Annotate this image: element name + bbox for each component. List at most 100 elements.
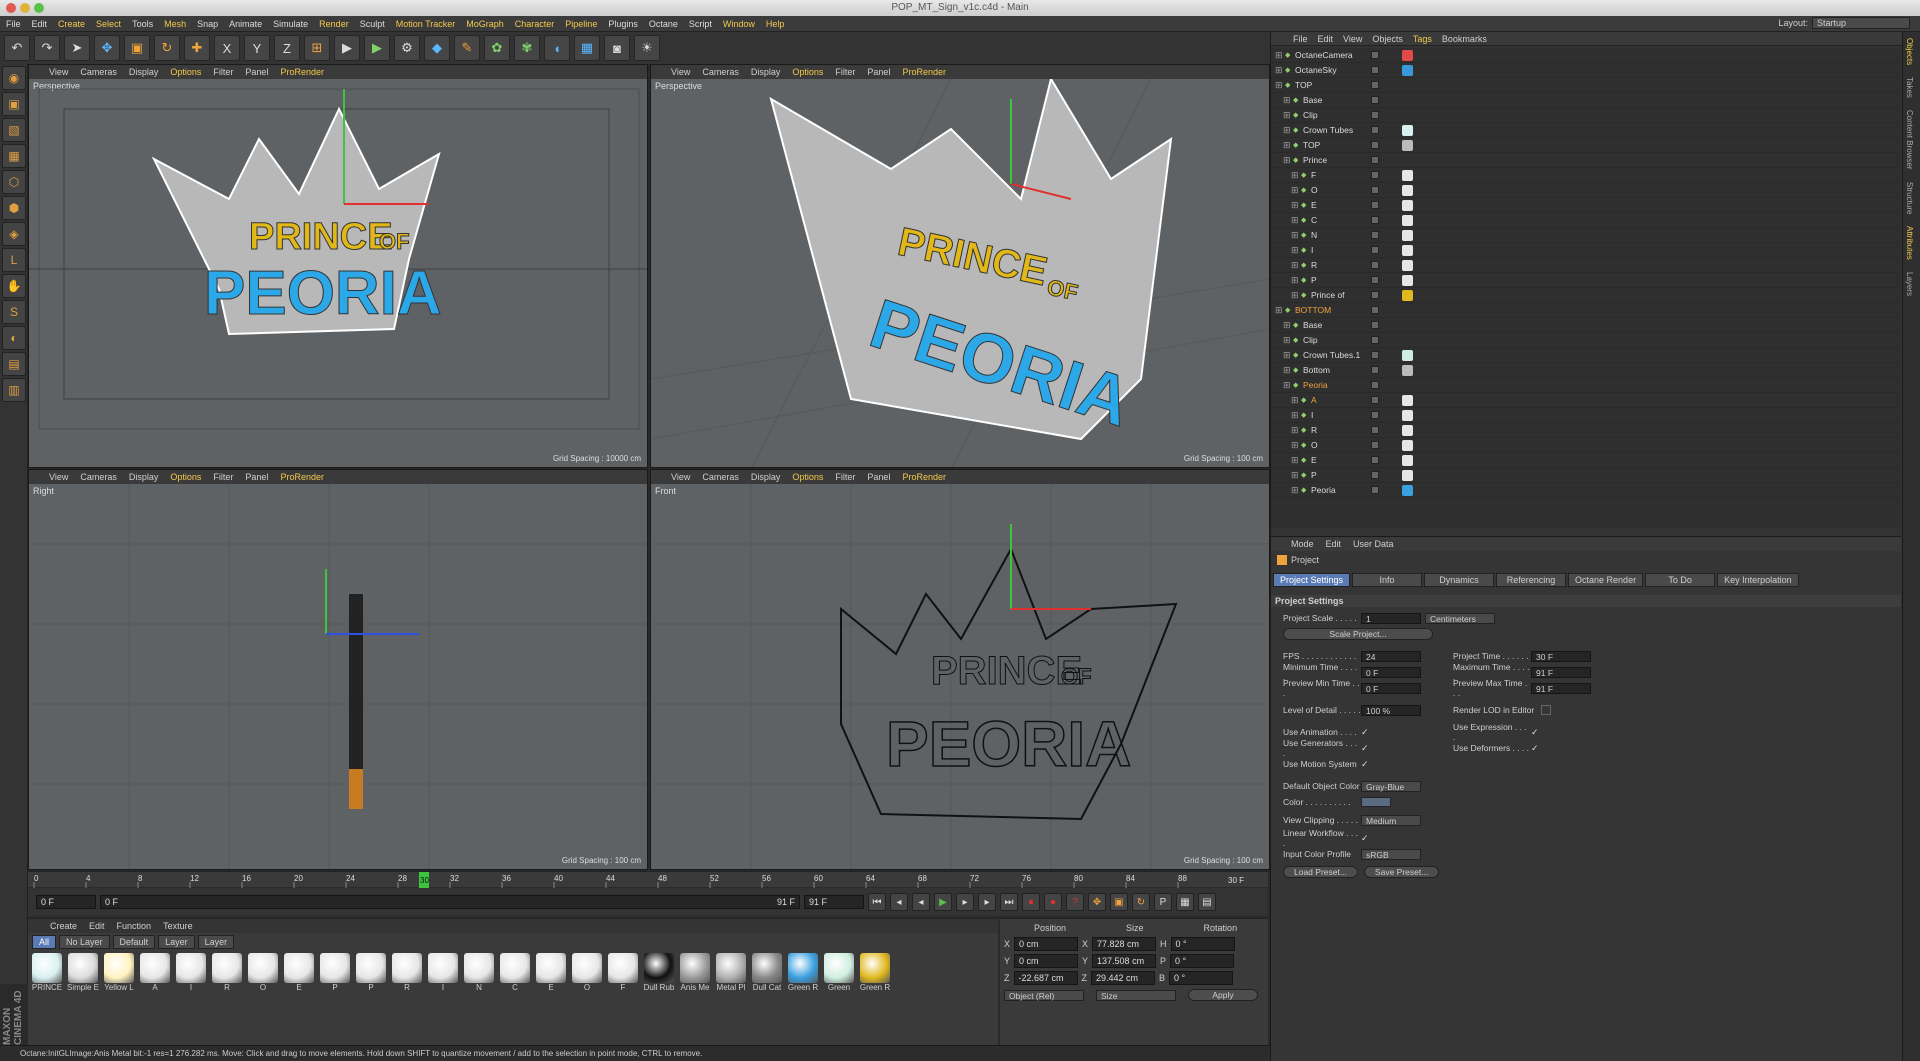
expand-toggle-icon[interactable]: ⊞ xyxy=(1275,80,1283,91)
menu-mograph[interactable]: MoGraph xyxy=(466,19,504,29)
menu-help[interactable]: Help xyxy=(766,19,785,29)
material-item[interactable]: Yellow L xyxy=(104,953,134,992)
object-row[interactable]: ⊞ ◆ I xyxy=(1271,408,1901,423)
menu-window[interactable]: Window xyxy=(723,19,755,29)
visibility-toggle[interactable] xyxy=(1371,411,1379,419)
go-to-prev-key-icon[interactable]: ◂ xyxy=(890,893,908,911)
redo-icon[interactable]: ↷ xyxy=(34,35,60,61)
next-frame-icon[interactable]: ▸ xyxy=(956,893,974,911)
menu-snap[interactable]: Snap xyxy=(197,19,218,29)
expand-toggle-icon[interactable]: ⊞ xyxy=(1283,140,1291,151)
viewport-menu-cameras[interactable]: Cameras xyxy=(80,472,117,482)
material-item[interactable]: Simple E xyxy=(67,953,99,992)
project-scale-field[interactable]: 1 xyxy=(1361,612,1421,624)
viewport-menu-display[interactable]: Display xyxy=(129,67,159,77)
points-mode-icon[interactable]: ⬡ xyxy=(2,170,26,194)
size-field[interactable]: 77.828 cm xyxy=(1092,937,1157,951)
menu-sculpt[interactable]: Sculpt xyxy=(360,19,385,29)
object-row[interactable]: ⊞ ◆ N xyxy=(1271,228,1901,243)
load-preset-button[interactable]: Load Preset... xyxy=(1283,866,1358,878)
attribute-tab-0[interactable]: Project Settings xyxy=(1273,573,1351,587)
undo-icon[interactable]: ↶ xyxy=(4,35,30,61)
checkbox[interactable]: ✓ xyxy=(1531,743,1541,753)
object-row[interactable]: ⊞ ◆ A xyxy=(1271,393,1901,408)
attribute-field[interactable]: 30 F xyxy=(1531,650,1591,662)
expand-toggle-icon[interactable]: ⊞ xyxy=(1283,335,1291,346)
viewport-menu-filter[interactable]: Filter xyxy=(835,472,855,482)
coord-mode-dropdown[interactable]: Object (Rel) xyxy=(1004,989,1084,1001)
expand-toggle-icon[interactable]: ⊞ xyxy=(1291,455,1299,466)
go-to-end-icon[interactable]: ⏭ xyxy=(1000,893,1018,911)
expand-toggle-icon[interactable]: ⊞ xyxy=(1283,380,1291,391)
units-dropdown[interactable]: Centimeters xyxy=(1425,612,1495,624)
menu-animate[interactable]: Animate xyxy=(229,19,262,29)
menu-pipeline[interactable]: Pipeline xyxy=(565,19,597,29)
material-item[interactable]: Anis Me xyxy=(680,953,710,992)
material-tag-icon[interactable] xyxy=(1402,214,1413,226)
render-lod-checkbox[interactable] xyxy=(1541,705,1551,715)
expand-toggle-icon[interactable]: ⊞ xyxy=(1283,320,1291,331)
material-filter-4[interactable]: Layer xyxy=(197,935,235,949)
visibility-toggle[interactable] xyxy=(1371,261,1379,269)
material-tag-icon[interactable] xyxy=(1402,364,1413,376)
object-row[interactable]: ⊞ ◆ Prince of xyxy=(1271,288,1901,303)
x-axis-icon[interactable]: X xyxy=(214,35,240,61)
viewport-menu-display[interactable]: Display xyxy=(751,472,781,482)
side-tab-objects[interactable]: Objects xyxy=(1903,32,1916,71)
material-tag-icon[interactable] xyxy=(1402,169,1413,181)
object-row[interactable]: ⊞ ◆ E xyxy=(1271,198,1901,213)
expand-toggle-icon[interactable]: ⊞ xyxy=(1283,125,1291,136)
zoom-window-button[interactable] xyxy=(34,3,44,13)
workplane-grid-icon[interactable]: ▥ xyxy=(2,378,26,402)
attribute-menu-mode[interactable]: Mode xyxy=(1291,539,1314,549)
deformer-icon[interactable]: ◖ xyxy=(544,35,570,61)
apply-button[interactable]: Apply xyxy=(1188,989,1258,1001)
expand-toggle-icon[interactable]: ⊞ xyxy=(1283,95,1291,106)
visibility-toggle[interactable] xyxy=(1371,381,1379,389)
material-tag-icon[interactable] xyxy=(1402,439,1413,451)
attribute-field[interactable]: 91 F xyxy=(1531,666,1591,678)
viewport-menu-view[interactable]: View xyxy=(671,472,690,482)
expand-toggle-icon[interactable]: ⊞ xyxy=(1291,290,1299,301)
object-row[interactable]: ⊞ ◆ P xyxy=(1271,273,1901,288)
viewport-menu-cameras[interactable]: Cameras xyxy=(702,472,739,482)
rotation-field[interactable]: 0 ° xyxy=(1170,954,1235,968)
object-row[interactable]: ⊞ ◆ I xyxy=(1271,243,1901,258)
attribute-tab-2[interactable]: Dynamics xyxy=(1424,573,1495,587)
attribute-tab-4[interactable]: Octane Render xyxy=(1568,573,1644,587)
material-tag-icon[interactable] xyxy=(1402,124,1413,136)
material-item[interactable]: N xyxy=(464,953,494,992)
visibility-toggle[interactable] xyxy=(1371,201,1379,209)
z-axis-icon[interactable]: Z xyxy=(274,35,300,61)
visibility-toggle[interactable] xyxy=(1371,111,1379,119)
scale-tool-icon[interactable]: ▣ xyxy=(124,35,150,61)
select-arrow-icon[interactable]: ➤ xyxy=(64,35,90,61)
material-item[interactable]: Green R xyxy=(788,953,818,992)
material-filter-0[interactable]: All xyxy=(32,935,57,949)
linear-workflow-checkbox[interactable]: ✓ xyxy=(1361,833,1371,843)
minimize-window-button[interactable] xyxy=(20,3,30,13)
expand-toggle-icon[interactable]: ⊞ xyxy=(1275,305,1283,316)
material-item[interactable]: O xyxy=(572,953,602,992)
cube-icon[interactable]: ◆ xyxy=(424,35,450,61)
attribute-tab-5[interactable]: To Do xyxy=(1645,573,1716,587)
menu-plugins[interactable]: Plugins xyxy=(608,19,638,29)
material-menu-function[interactable]: Function xyxy=(117,921,152,931)
visibility-toggle[interactable] xyxy=(1371,486,1379,494)
material-tag-icon[interactable] xyxy=(1402,424,1413,436)
material-tag-icon[interactable] xyxy=(1402,349,1413,361)
side-tab-attributes[interactable]: Attributes xyxy=(1903,220,1916,266)
visibility-toggle[interactable] xyxy=(1371,171,1379,179)
position-field[interactable]: -22.687 cm xyxy=(1013,971,1078,985)
expand-toggle-icon[interactable]: ⊞ xyxy=(1291,215,1299,226)
expand-toggle-icon[interactable]: ⊞ xyxy=(1291,425,1299,436)
expand-toggle-icon[interactable]: ⊞ xyxy=(1283,350,1291,361)
menu-script[interactable]: Script xyxy=(689,19,712,29)
material-item[interactable]: Green xyxy=(824,953,854,992)
edges-mode-icon[interactable]: ⬢ xyxy=(2,196,26,220)
end-frame-field[interactable]: 91 F xyxy=(804,895,864,909)
viewport-menu-options[interactable]: Options xyxy=(170,67,201,77)
material-item[interactable]: Dull Rub xyxy=(644,953,674,992)
visibility-toggle[interactable] xyxy=(1371,396,1379,404)
visibility-toggle[interactable] xyxy=(1371,246,1379,254)
